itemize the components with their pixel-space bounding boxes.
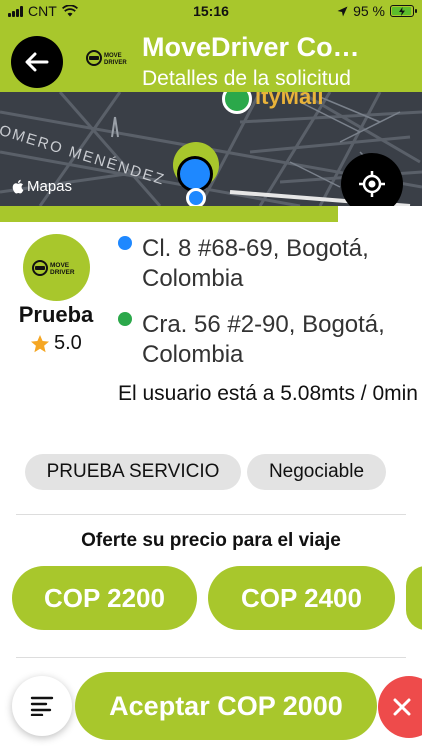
page-subtitle: Detalles de la solicitud — [142, 67, 351, 90]
movedriver-logo: MOVE DRIVER — [86, 50, 127, 66]
pickup-address: Cl. 8 #68-69, Bogotá, Colombia — [118, 234, 418, 294]
offer-title: Oferte su precio para el viaje — [81, 530, 341, 551]
price-option-button[interactable] — [406, 566, 422, 630]
divider — [16, 514, 406, 515]
service-tag: PRUEBA SERVICIO — [25, 454, 241, 490]
request-timer-fill — [0, 206, 338, 222]
back-button[interactable] — [11, 36, 63, 88]
passenger-rating: 5.0 — [30, 332, 82, 355]
request-timer-bar — [0, 206, 422, 222]
recenter-button[interactable] — [341, 153, 403, 206]
maps-brand-label: Mapas — [27, 178, 73, 195]
pickup-address-text: Cl. 8 #68-69, Bogotá, Colombia — [142, 235, 369, 292]
dropoff-address-text: Cra. 56 #2-90, Bogotá, Colombia — [142, 311, 385, 368]
passenger-name: Prueba — [18, 302, 94, 327]
battery-percent: 95 % — [353, 3, 385, 19]
app-header: MOVE DRIVER MoveDriver Co… Detalles de l… — [0, 22, 422, 92]
close-icon — [393, 698, 411, 716]
current-location-dot — [186, 188, 206, 206]
battery-icon — [390, 5, 417, 17]
arrow-left-icon — [25, 52, 49, 72]
menu-lines-icon — [30, 696, 54, 716]
map-place-label: ityMall — [255, 92, 324, 109]
rating-value: 5.0 — [54, 332, 82, 354]
menu-button[interactable] — [12, 676, 72, 736]
pickup-map-pin[interactable] — [177, 156, 213, 192]
pickup-dot-icon — [118, 236, 132, 250]
svg-text:DRIVER: DRIVER — [50, 269, 75, 276]
svg-text:MOVE: MOVE — [104, 53, 122, 59]
dropoff-address: Cra. 56 #2-90, Bogotá, Colombia — [118, 310, 418, 370]
divider — [16, 657, 406, 658]
negotiable-tag: Negociable — [247, 454, 386, 490]
reject-button[interactable] — [378, 676, 422, 738]
accept-button[interactable]: Aceptar COP 2000 — [75, 672, 377, 740]
svg-text:DRIVER: DRIVER — [104, 60, 127, 66]
movedriver-avatar-logo: MOVE DRIVER — [31, 259, 75, 276]
star-icon — [31, 334, 49, 352]
apple-icon — [12, 179, 24, 194]
svg-text:MOVE: MOVE — [50, 262, 70, 269]
user-distance: El usuario está a 5.08mts / 0min — [118, 382, 418, 405]
crosshair-icon — [359, 171, 385, 197]
route-map[interactable]: OMERO MENÉNDEZ ityMall Mapas — [0, 92, 422, 206]
price-option-button[interactable]: COP 2400 — [208, 566, 395, 630]
passenger-avatar: MOVE DRIVER — [23, 234, 90, 301]
maps-attribution[interactable]: Mapas — [12, 178, 72, 195]
status-bar: CNT 15:16 95 % — [0, 0, 422, 22]
dropoff-dot-icon — [118, 312, 132, 326]
location-arrow-icon — [337, 6, 348, 16]
app-screen: CNT 15:16 95 % MOVE DRIVER MoveDriver Co… — [0, 0, 422, 750]
page-title: MoveDriver Co… — [142, 32, 360, 62]
price-option-button[interactable]: COP 2200 — [12, 566, 197, 630]
